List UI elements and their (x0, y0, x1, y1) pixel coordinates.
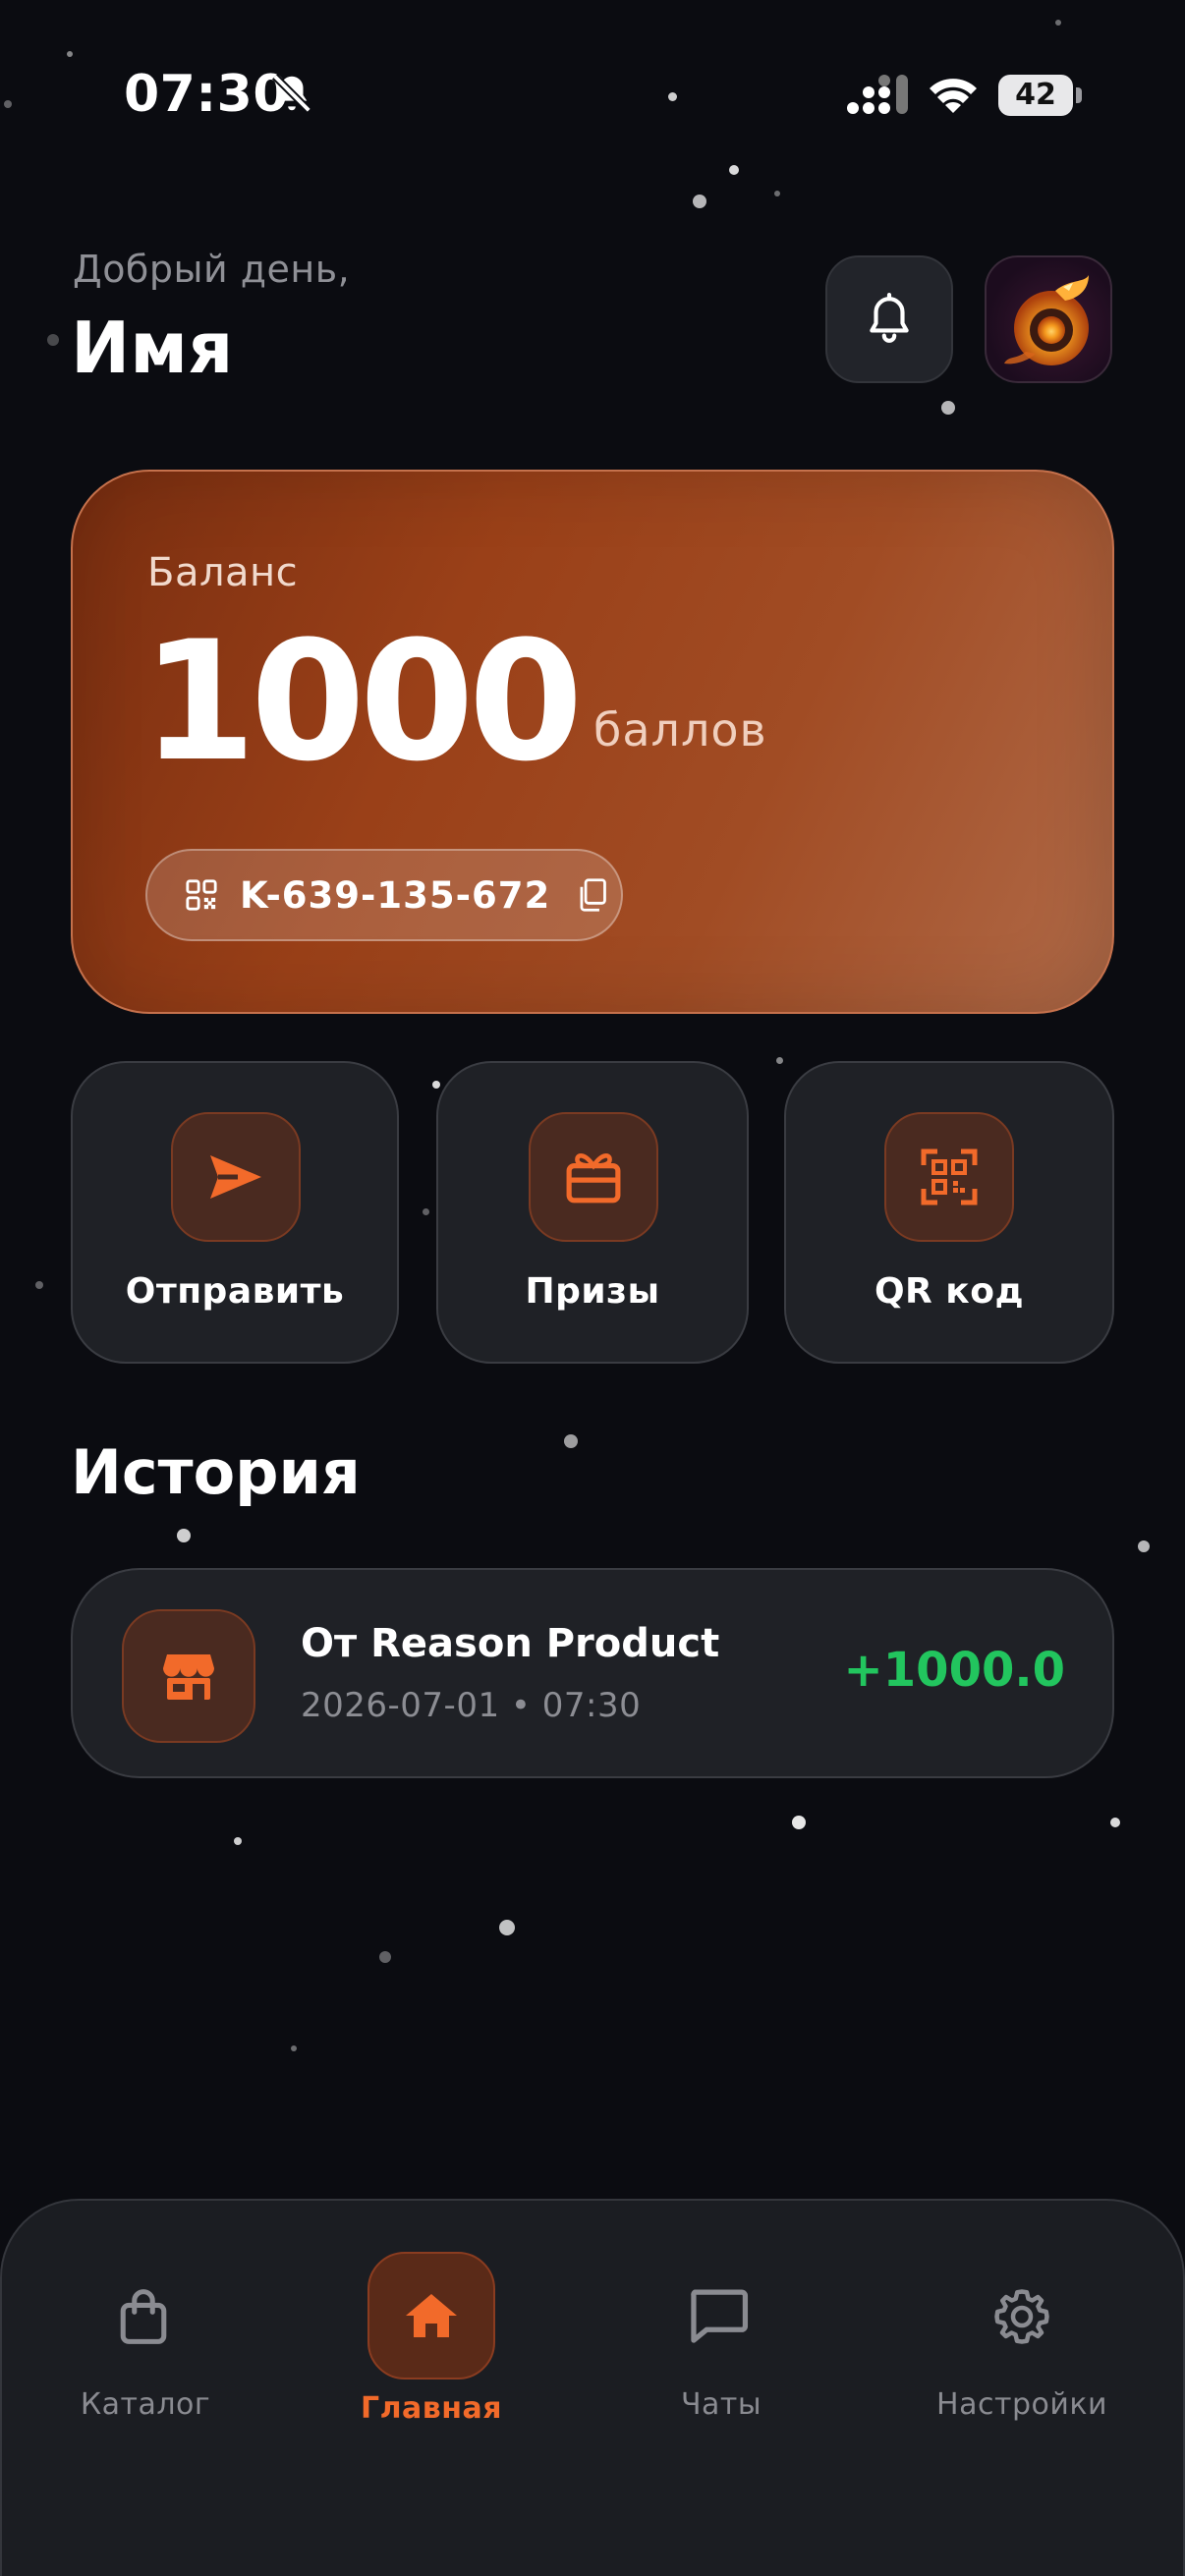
battery-level: 42 (998, 75, 1073, 116)
balance-label: Баланс (147, 550, 299, 595)
account-id-pill[interactable]: K-639-135-672 (145, 849, 623, 941)
history-amount: +1000.0 (843, 1643, 1065, 1698)
nav-item-catalog[interactable]: Каталог (41, 2201, 250, 2436)
account-id: K-639-135-672 (240, 873, 551, 917)
nav-label-home: Главная (360, 2391, 503, 2426)
avatar[interactable] (985, 255, 1112, 383)
history-date-time: 2026-07-01 • 07:30 (301, 1686, 641, 1725)
qr-code-action-label: QR код (874, 1271, 1025, 1312)
history-list-item[interactable]: От Reason Product 2026-07-01 • 07:30 +10… (71, 1568, 1114, 1778)
nav-label-settings: Настройки (936, 2387, 1107, 2422)
chat-icon (691, 2289, 749, 2343)
history-date: 2026-07-01 (301, 1686, 500, 1725)
qr-mini-icon (186, 879, 217, 911)
send-action-label: Отправить (125, 1271, 345, 1312)
notifications-button[interactable] (825, 255, 953, 383)
store-icon (163, 1654, 214, 1700)
home-screen: 07:30 42 Добрый день, Имя Баланс 1000 ба… (0, 0, 1185, 2576)
balance-card: Баланс 1000 баллов K-639-135-672 (71, 470, 1114, 1014)
home-icon (406, 2294, 457, 2337)
nav-label-chats: Чаты (680, 2387, 762, 2422)
separator-dot: • (510, 1686, 542, 1725)
nav-item-home[interactable]: Главная (328, 2201, 535, 2436)
wifi-icon (930, 79, 977, 113)
prizes-action-label: Призы (525, 1271, 660, 1312)
nav-item-settings[interactable]: Настройки (916, 2201, 1128, 2436)
user-name: Имя (71, 307, 234, 389)
balance-unit: баллов (593, 703, 767, 756)
history-time: 07:30 (541, 1686, 642, 1725)
greeting-text: Добрый день, (73, 248, 351, 291)
qr-code-action-button[interactable]: QR код (784, 1061, 1114, 1364)
copy-icon[interactable] (576, 877, 609, 913)
phoenix-logo-icon (1004, 275, 1089, 365)
nav-label-catalog: Каталог (80, 2387, 211, 2422)
qr-scan-icon (921, 1148, 978, 1205)
bell-icon (870, 293, 909, 343)
nav-item-chats[interactable]: Чаты (617, 2201, 825, 2436)
bottom-navigation: Каталог Главная Чаты Настройки (0, 2199, 1185, 2576)
gear-icon (994, 2289, 1049, 2344)
gift-icon (566, 1153, 621, 1204)
battery-icon: 42 (998, 75, 1082, 116)
history-sender: От Reason Product (301, 1621, 720, 1666)
status-bar: 07:30 42 (0, 0, 1185, 196)
send-action-button[interactable]: Отправить (71, 1061, 399, 1364)
bell-slash-icon (272, 74, 311, 113)
send-icon (210, 1155, 261, 1199)
shopping-bag-icon (120, 2289, 167, 2344)
balance-value: 1000 (141, 605, 584, 798)
history-title: История (71, 1436, 361, 1508)
cellular-signal-icon (847, 75, 908, 114)
status-time: 07:30 (124, 65, 290, 124)
prizes-action-button[interactable]: Призы (436, 1061, 749, 1364)
